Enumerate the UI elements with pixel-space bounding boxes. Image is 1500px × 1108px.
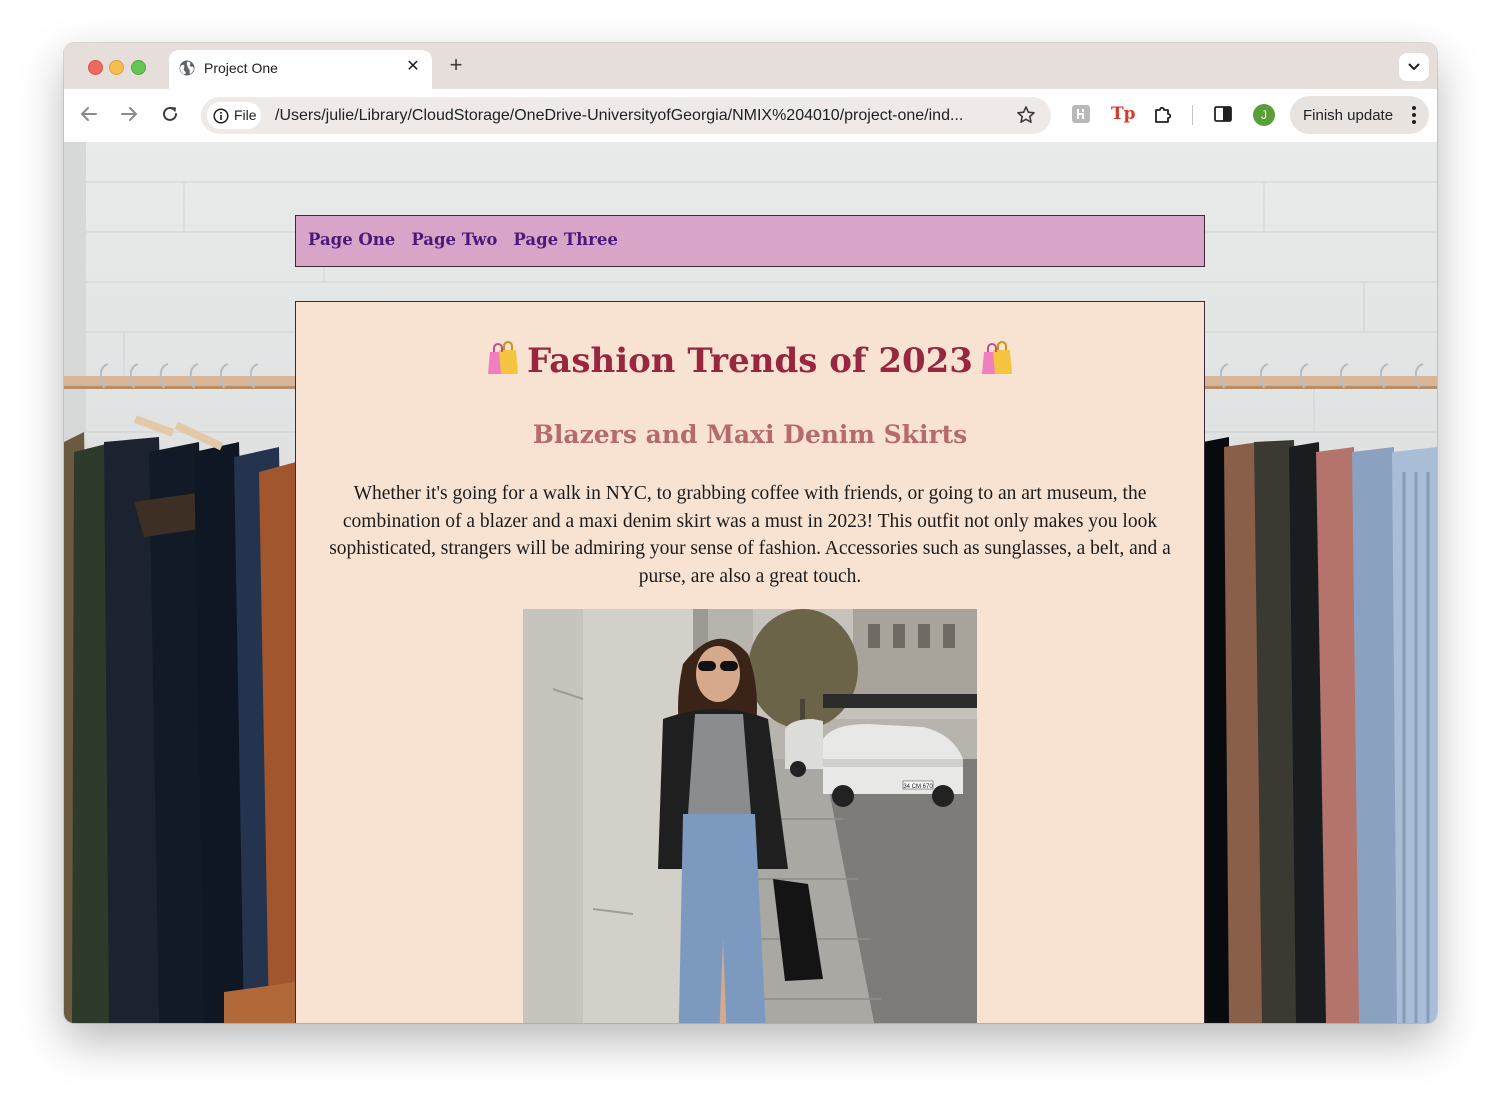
shopping-bags-icon — [981, 341, 1012, 374]
chevron-down-icon — [1408, 63, 1420, 70]
close-window-button[interactable] — [88, 60, 103, 75]
scheme-label: File — [234, 107, 257, 123]
reload-icon[interactable] — [159, 103, 181, 125]
site-info-chip[interactable]: File — [207, 102, 261, 129]
nav-link-page-two[interactable]: Page Two — [411, 230, 497, 249]
toolbar-divider — [1192, 105, 1193, 125]
tp-extension-icon[interactable]: Tp — [1111, 103, 1136, 125]
page-viewport: Page One Page Two Page Three Fashion Tre… — [64, 142, 1437, 1023]
url-text[interactable]: /Users/julie/Library/CloudStorage/OneDri… — [275, 107, 963, 125]
more-menu-icon[interactable] — [1412, 105, 1416, 125]
tab-search-button[interactable] — [1399, 53, 1429, 81]
profile-avatar[interactable]: J — [1253, 104, 1275, 126]
finish-update-label: Finish update — [1303, 107, 1394, 124]
forward-arrow-icon[interactable] — [118, 103, 140, 125]
browser-window: Project One ✕ + File /Users/julie/Librar… — [64, 43, 1437, 1023]
maximize-window-button[interactable] — [131, 60, 146, 75]
bookmark-star-icon[interactable] — [1016, 105, 1036, 125]
content-panel: Fashion Trends of 2023 Blazers and Maxi … — [295, 301, 1205, 1023]
site-nav-bar: Page One Page Two Page Three — [295, 215, 1205, 267]
tab-project-one[interactable]: Project One ✕ — [169, 50, 432, 89]
globe-icon — [179, 60, 195, 76]
nav-link-page-one[interactable]: Page One — [308, 230, 395, 249]
info-icon — [213, 108, 229, 124]
finish-update-button[interactable]: Finish update — [1290, 96, 1429, 134]
tab-strip: Project One ✕ + — [64, 43, 1437, 89]
address-bar[interactable]: File /Users/julie/Library/CloudStorage/O… — [201, 97, 1051, 134]
nav-links: Page One Page Two Page Three — [308, 230, 618, 249]
browser-toolbar: File /Users/julie/Library/CloudStorage/O… — [64, 89, 1437, 143]
puzzle-extensions-icon[interactable] — [1152, 103, 1174, 125]
tab-title: Project One — [204, 60, 278, 76]
minimize-window-button[interactable] — [109, 60, 124, 75]
nav-link-page-three[interactable]: Page Three — [513, 230, 617, 249]
page-title: Fashion Trends of 2023 — [296, 340, 1204, 381]
side-panel-icon[interactable] — [1212, 103, 1234, 125]
grey-extension-icon[interactable] — [1070, 103, 1092, 125]
tab-close-icon[interactable]: ✕ — [404, 58, 422, 76]
section-subtitle: Blazers and Maxi Denim Skirts — [532, 420, 968, 449]
back-arrow-icon[interactable] — [78, 103, 100, 125]
blazer-denim-skirt-photo: 34 CM 670 — [523, 609, 977, 1023]
shopping-bags-icon — [488, 341, 519, 374]
car-plate: 34 CM 670 — [903, 784, 933, 790]
new-tab-icon[interactable]: + — [445, 54, 467, 77]
page-title-text: Fashion Trends of 2023 — [527, 341, 973, 381]
body-paragraph: Whether it's going for a walk in NYC, to… — [329, 483, 1171, 587]
